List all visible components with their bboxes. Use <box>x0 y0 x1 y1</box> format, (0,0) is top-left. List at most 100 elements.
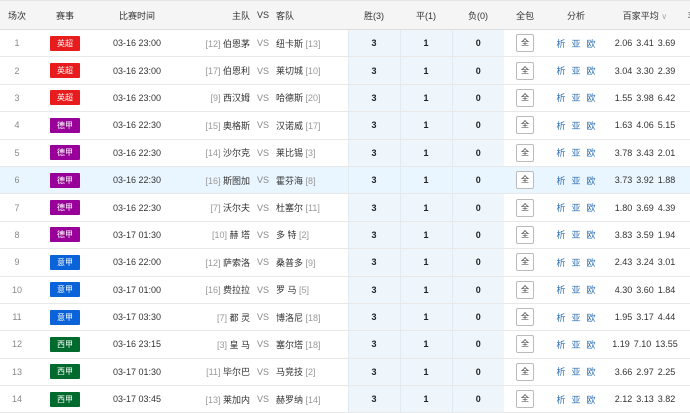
option-draw[interactable]: 1 <box>399 248 452 277</box>
away-team[interactable]: 杜塞尔 <box>276 203 303 213</box>
league-badge[interactable]: 意甲 <box>50 282 80 298</box>
euro-odds-link[interactable]: 欧 <box>587 395 596 405</box>
option-win[interactable]: 3 <box>347 248 400 277</box>
option-win[interactable]: 3 <box>347 385 400 413</box>
option-lose[interactable]: 0 <box>451 84 504 113</box>
option-win[interactable]: 3 <box>347 276 400 304</box>
analysis-link[interactable]: 析 <box>556 39 565 49</box>
option-draw[interactable]: 1 <box>399 193 452 222</box>
league-badge[interactable]: 德甲 <box>50 117 80 133</box>
option-win[interactable]: 3 <box>347 193 400 222</box>
home-team[interactable]: 毕尔巴 <box>223 367 250 377</box>
analysis-link[interactable]: 析 <box>556 230 565 240</box>
analysis-link[interactable]: 析 <box>556 340 565 350</box>
option-lose[interactable]: 0 <box>451 193 504 222</box>
option-lose[interactable]: 0 <box>451 111 504 140</box>
option-draw[interactable]: 1 <box>399 385 452 413</box>
analysis-link[interactable]: 析 <box>556 203 565 213</box>
asian-odds-link[interactable]: 亚 <box>571 39 580 49</box>
euro-odds-link[interactable]: 欧 <box>587 203 596 213</box>
home-team[interactable]: 斯图加 <box>223 176 250 186</box>
full-select-button[interactable]: 全 <box>516 61 534 80</box>
home-team[interactable]: 萨索洛 <box>223 258 250 268</box>
full-select-button[interactable]: 全 <box>516 225 534 244</box>
asian-odds-link[interactable]: 亚 <box>571 285 580 295</box>
league-badge[interactable]: 英超 <box>50 90 80 106</box>
option-draw[interactable]: 1 <box>399 139 452 167</box>
option-draw[interactable]: 1 <box>399 56 452 85</box>
option-win[interactable]: 3 <box>347 330 400 359</box>
full-select-button[interactable]: 全 <box>516 116 534 135</box>
analysis-link[interactable]: 析 <box>556 395 565 405</box>
league-badge[interactable]: 意甲 <box>50 309 80 325</box>
analysis-link[interactable]: 析 <box>556 66 565 76</box>
euro-odds-link[interactable]: 欧 <box>587 313 596 323</box>
away-team[interactable]: 汉诺威 <box>276 121 303 131</box>
header-avg[interactable]: 百家平均 ∨ <box>606 0 684 30</box>
full-select-button[interactable]: 全 <box>516 308 534 327</box>
option-win[interactable]: 3 <box>347 111 400 140</box>
home-team[interactable]: 伯恩茅 <box>223 39 250 49</box>
full-select-button[interactable]: 全 <box>516 198 534 217</box>
home-team[interactable]: 莱加内 <box>223 395 250 405</box>
away-team[interactable]: 莱切城 <box>276 66 303 76</box>
option-draw[interactable]: 1 <box>399 303 452 332</box>
euro-odds-link[interactable]: 欧 <box>587 121 596 131</box>
league-badge[interactable]: 德甲 <box>50 227 80 243</box>
option-lose[interactable]: 0 <box>451 29 504 58</box>
away-team[interactable]: 罗 马 <box>276 285 297 295</box>
euro-odds-link[interactable]: 欧 <box>587 93 596 103</box>
asian-odds-link[interactable]: 亚 <box>571 258 580 268</box>
full-select-button[interactable]: 全 <box>516 390 534 409</box>
away-team[interactable]: 莱比锡 <box>276 148 303 158</box>
option-lose[interactable]: 0 <box>451 56 504 85</box>
option-draw[interactable]: 1 <box>399 221 452 250</box>
option-draw[interactable]: 1 <box>399 29 452 58</box>
euro-odds-link[interactable]: 欧 <box>587 176 596 186</box>
option-win[interactable]: 3 <box>347 29 400 58</box>
asian-odds-link[interactable]: 亚 <box>571 148 580 158</box>
euro-odds-link[interactable]: 欧 <box>587 258 596 268</box>
away-team[interactable]: 纽卡斯 <box>276 39 303 49</box>
option-draw[interactable]: 1 <box>399 358 452 387</box>
away-team[interactable]: 霍芬海 <box>276 176 303 186</box>
away-team[interactable]: 塞尔塔 <box>276 340 303 350</box>
full-select-button[interactable]: 全 <box>516 143 534 162</box>
option-win[interactable]: 3 <box>347 303 400 332</box>
home-team[interactable]: 皇 马 <box>229 340 250 350</box>
asian-odds-link[interactable]: 亚 <box>571 313 580 323</box>
option-lose[interactable]: 0 <box>451 385 504 413</box>
league-badge[interactable]: 西甲 <box>50 336 80 352</box>
league-badge[interactable]: 德甲 <box>50 200 80 216</box>
away-team[interactable]: 哈德斯 <box>276 93 303 103</box>
option-lose[interactable]: 0 <box>451 276 504 304</box>
option-win[interactable]: 3 <box>347 84 400 113</box>
asian-odds-link[interactable]: 亚 <box>571 367 580 377</box>
league-badge[interactable]: 西甲 <box>50 391 80 407</box>
away-team[interactable]: 马竞技 <box>276 367 303 377</box>
analysis-link[interactable]: 析 <box>556 367 565 377</box>
asian-odds-link[interactable]: 亚 <box>571 66 580 76</box>
option-lose[interactable]: 0 <box>451 330 504 359</box>
full-select-button[interactable]: 全 <box>516 335 534 354</box>
option-draw[interactable]: 1 <box>399 111 452 140</box>
euro-odds-link[interactable]: 欧 <box>587 285 596 295</box>
analysis-link[interactable]: 析 <box>556 313 565 323</box>
asian-odds-link[interactable]: 亚 <box>571 395 580 405</box>
euro-odds-link[interactable]: 欧 <box>587 367 596 377</box>
asian-odds-link[interactable]: 亚 <box>571 203 580 213</box>
sort-chevron-icon[interactable]: ∨ <box>661 12 667 21</box>
asian-odds-link[interactable]: 亚 <box>571 230 580 240</box>
option-win[interactable]: 3 <box>347 221 400 250</box>
euro-odds-link[interactable]: 欧 <box>587 230 596 240</box>
home-team[interactable]: 费拉拉 <box>223 285 250 295</box>
analysis-link[interactable]: 析 <box>556 148 565 158</box>
league-badge[interactable]: 英超 <box>50 35 80 51</box>
asian-odds-link[interactable]: 亚 <box>571 340 580 350</box>
option-win[interactable]: 3 <box>347 166 400 195</box>
away-team[interactable]: 多 特 <box>276 230 297 240</box>
league-badge[interactable]: 意甲 <box>50 254 80 270</box>
home-team[interactable]: 赫 塔 <box>229 230 250 240</box>
league-badge[interactable]: 西甲 <box>50 364 80 380</box>
option-draw[interactable]: 1 <box>399 166 452 195</box>
